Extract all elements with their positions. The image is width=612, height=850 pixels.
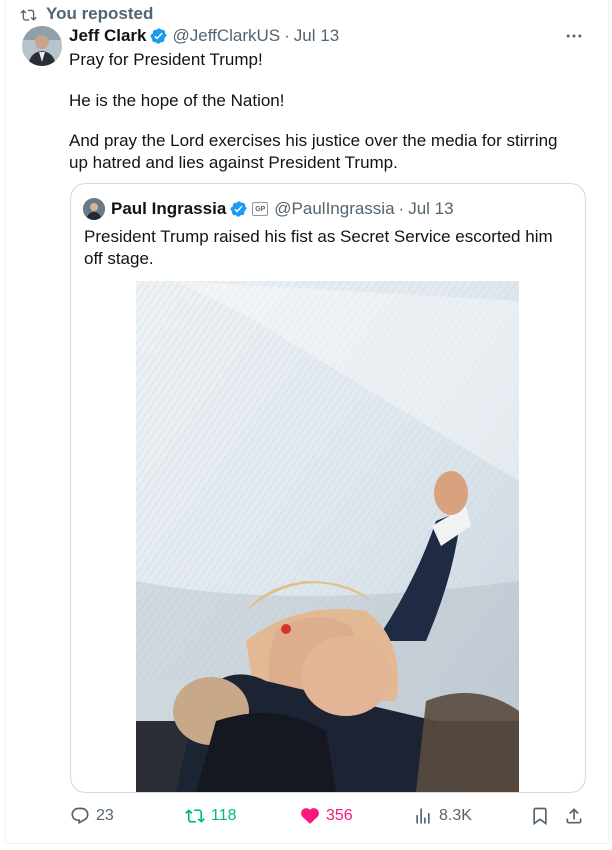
heart-icon [301, 808, 319, 824]
repost-icon [20, 7, 37, 27]
bookmark-button[interactable] [530, 802, 556, 830]
quoted-post[interactable]: Paul Ingrassia GP @PaulIngrassia · Jul 1… [70, 183, 586, 793]
verified-badge-icon [150, 27, 168, 45]
quoted-post-date[interactable]: Jul 13 [408, 199, 453, 219]
more-options-button[interactable] [562, 24, 586, 48]
post-text-line: Pray for President Trump! [69, 50, 263, 69]
post-text-line: He is the hope of the Nation! [69, 91, 285, 110]
header-separator: · [398, 199, 405, 218]
post-actions-bar: 23 118 356 8.3K [0, 802, 612, 830]
author-avatar[interactable] [22, 26, 62, 66]
like-button[interactable]: 356 [300, 802, 353, 830]
reply-count: 23 [96, 807, 114, 824]
repost-context[interactable]: You reposted [20, 4, 154, 24]
quoted-post-header: Paul Ingrassia GP @PaulIngrassia · Jul 1… [111, 197, 454, 221]
analytics-icon [416, 808, 430, 824]
quoted-post-text: President Trump raised his fist as Secre… [84, 227, 553, 268]
share-button[interactable] [564, 802, 590, 830]
header-separator: · [284, 26, 290, 45]
post-date[interactable]: Jul 13 [294, 26, 339, 46]
affiliation-badge-icon[interactable]: GP [252, 202, 269, 216]
more-icon [566, 34, 582, 38]
post-header: Jeff Clark @JeffClarkUS · Jul 13 [69, 24, 339, 48]
repost-label: You reposted [46, 4, 154, 23]
like-count: 356 [326, 807, 353, 824]
repost-icon [185, 809, 205, 823]
post-text-line: And pray the Lord exercises his justice … [69, 131, 558, 172]
quoted-author-avatar[interactable] [83, 198, 105, 220]
repost-button[interactable]: 118 [185, 802, 237, 830]
quoted-author-handle[interactable]: @PaulIngrassia [274, 199, 394, 219]
views-button[interactable]: 8.3K [413, 802, 472, 830]
author-handle[interactable]: @JeffClarkUS [172, 26, 280, 46]
reply-button[interactable]: 23 [70, 802, 114, 830]
view-count: 8.3K [439, 807, 472, 824]
share-icon [566, 808, 582, 824]
reply-icon [71, 807, 89, 825]
quoted-author-name[interactable]: Paul Ingrassia [111, 199, 226, 219]
repost-count: 118 [211, 807, 237, 824]
author-name[interactable]: Jeff Clark [69, 26, 146, 46]
bookmark-icon [533, 807, 547, 826]
quoted-post-video[interactable] [136, 281, 519, 792]
verified-badge-icon [230, 200, 248, 218]
